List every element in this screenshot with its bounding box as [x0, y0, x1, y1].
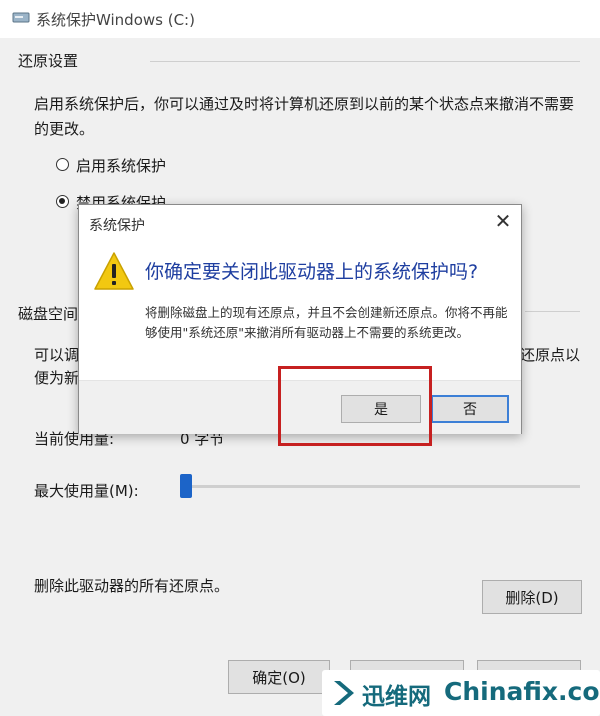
disk-space-desc-left-1: 可以调 [34, 346, 80, 364]
warning-icon [94, 252, 134, 290]
max-usage-slider-thumb[interactable] [180, 474, 192, 498]
radio-enable-protection[interactable] [56, 158, 69, 171]
delete-button[interactable]: 删除(D) [482, 580, 582, 614]
window-title: 系统保护Windows (C:) [36, 11, 195, 29]
disk-space-desc-right-1: 还原点以 [520, 346, 581, 364]
no-button[interactable]: 否 [431, 395, 509, 423]
group-divider [150, 61, 580, 62]
highlight-annotation [278, 366, 432, 446]
max-usage-slider[interactable] [184, 485, 580, 488]
dialog-title: 系统保护 [89, 218, 145, 234]
close-icon[interactable]: ✕ [491, 209, 515, 233]
dialog-heading: 你确定要关闭此驱动器上的系统保护吗? [145, 261, 479, 283]
radio-disable-protection[interactable] [56, 195, 69, 208]
delete-description: 删除此驱动器的所有还原点。 [34, 577, 230, 595]
disk-space-desc-left-2: 便为新 [34, 369, 80, 387]
restore-settings-title: 还原设置 [18, 52, 79, 70]
disk-space-title: 磁盘空间 [18, 305, 79, 323]
ok-button[interactable]: 确定(O) [228, 660, 330, 694]
dialog-message: 将删除磁盘上的现有还原点，并且不会创建新还原点。你将不再能够使用"系统还原"来撤… [145, 305, 508, 340]
max-usage-label: 最大使用量(M): [34, 482, 139, 500]
group-divider [525, 311, 580, 312]
watermark-en-text: Chinafix.com [444, 677, 600, 706]
restore-description: 启用系统保护后，你可以通过及时将计算机还原到以前的某个状态点来撤消不需要的更改。 [34, 95, 575, 138]
drive-icon [12, 12, 30, 23]
radio-enable-label[interactable]: 启用系统保护 [76, 155, 166, 176]
watermark-cn-text: 迅维网 [362, 684, 431, 710]
watermark: 迅维网 Chinafix.com [322, 670, 600, 716]
watermark-logo-icon [334, 681, 354, 705]
